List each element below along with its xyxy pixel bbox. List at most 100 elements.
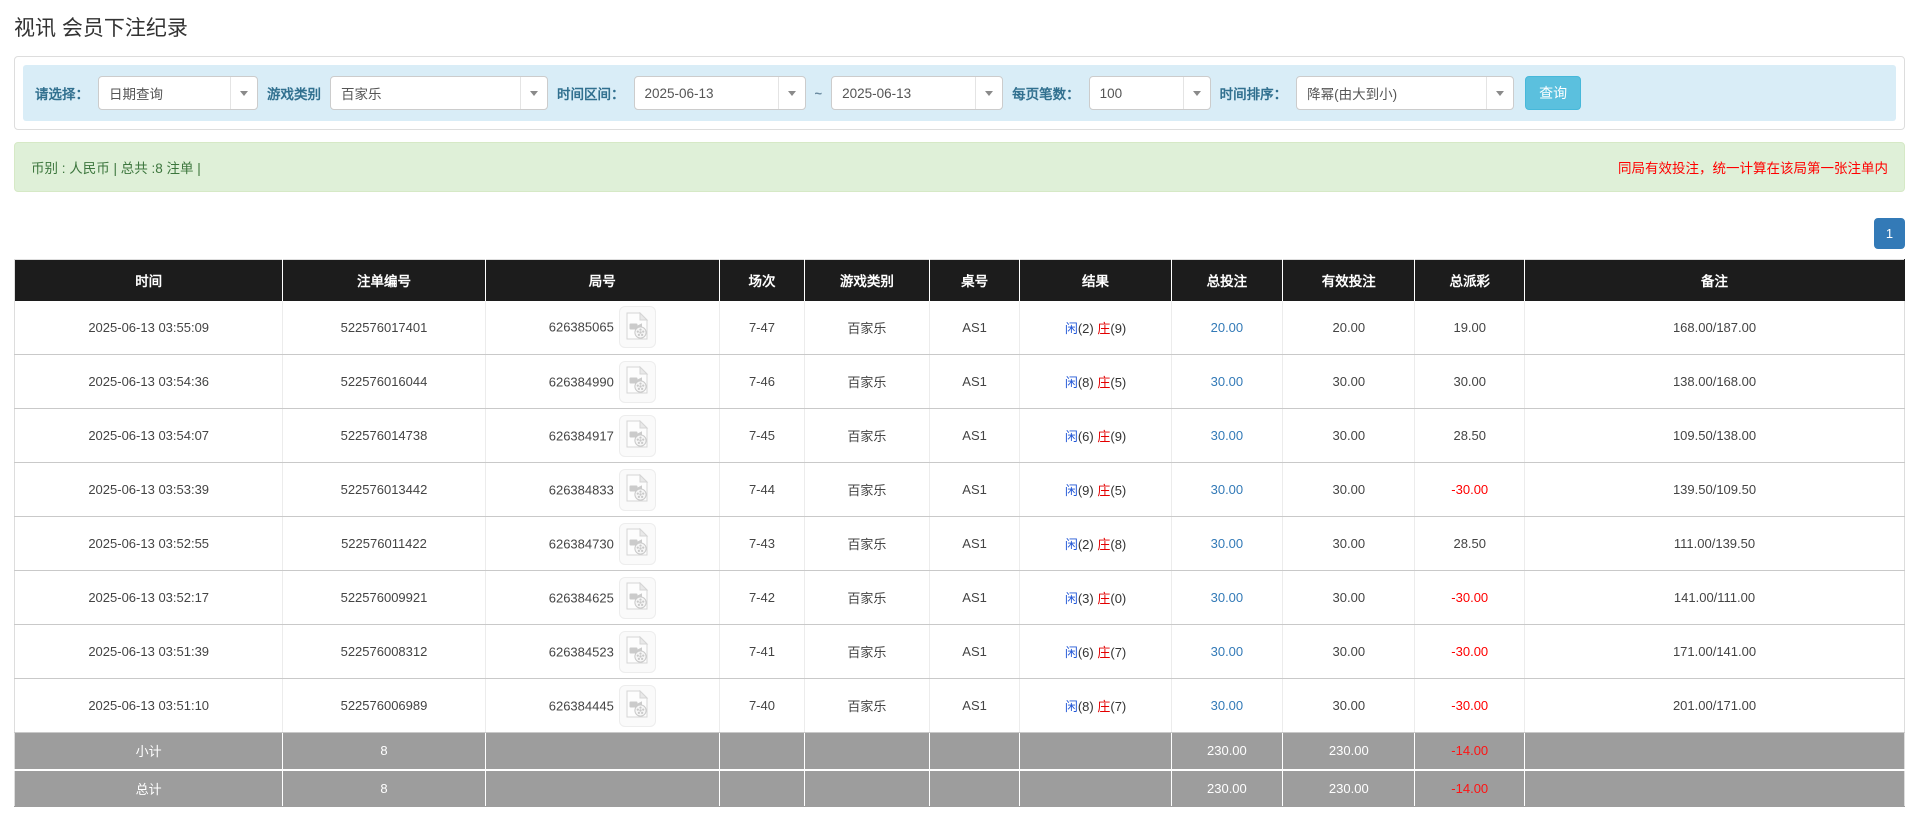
video-replay-button[interactable] — [619, 523, 656, 565]
table-row: 2025-06-13 03:51:10522576006989626384445… — [15, 679, 1905, 733]
result-banker-label: 庄 — [1097, 537, 1110, 552]
query-type-select[interactable]: 日期查询 — [98, 76, 258, 110]
footer-empty-cell — [1525, 770, 1905, 807]
date-range-label: 时间区间： — [557, 83, 625, 103]
column-header: 总投注 — [1171, 260, 1283, 301]
cell-table-no: AS1 — [929, 409, 1020, 463]
cell-total-bet: 30.00 — [1171, 571, 1283, 625]
video-file-icon — [625, 690, 649, 721]
cell-total-bet: 30.00 — [1171, 517, 1283, 571]
page: 视讯 会员下注纪录 请选择： 日期查询 游戏类别 百家乐 时间区间： 2025-… — [0, 0, 1919, 807]
subtotal-row: 小计8230.00230.00-14.00 — [15, 733, 1905, 770]
total-bet-link[interactable]: 30.00 — [1211, 644, 1244, 659]
chevron-down-icon — [1486, 77, 1513, 109]
round-number: 626384917 — [549, 428, 614, 443]
cell-round: 626384523 — [485, 625, 719, 679]
result-banker-score: (5) — [1110, 375, 1126, 390]
cell-bet-id: 522576011422 — [283, 517, 485, 571]
total-bet-link[interactable]: 30.00 — [1211, 374, 1244, 389]
footer-empty-cell — [929, 770, 1020, 807]
footer-empty-cell — [929, 733, 1020, 770]
cell-total-bet: 30.00 — [1171, 625, 1283, 679]
cell-time: 2025-06-13 03:52:17 — [15, 571, 283, 625]
cell-time: 2025-06-13 03:55:09 — [15, 301, 283, 355]
sort-order-select[interactable]: 降幂(由大到小) — [1296, 76, 1514, 110]
date-from-value: 2025-06-13 — [635, 86, 778, 101]
total-bet-link[interactable]: 20.00 — [1211, 320, 1244, 335]
cell-valid-bet: 30.00 — [1283, 571, 1415, 625]
game-type-select[interactable]: 百家乐 — [330, 76, 548, 110]
cell-time: 2025-06-13 03:51:39 — [15, 625, 283, 679]
cell-result: 闲(9) 庄(5) — [1020, 463, 1171, 517]
cell-table-no: AS1 — [929, 571, 1020, 625]
cell-bet-id: 522576014738 — [283, 409, 485, 463]
total-bet-link[interactable]: 30.00 — [1211, 590, 1244, 605]
cell-session: 7-47 — [719, 301, 804, 355]
total-bet-link[interactable]: 30.00 — [1211, 536, 1244, 551]
cell-bet-id: 522576006989 — [283, 679, 485, 733]
total-bet-link[interactable]: 30.00 — [1211, 428, 1244, 443]
cell-round: 626384625 — [485, 571, 719, 625]
cell-result: 闲(3) 庄(0) — [1020, 571, 1171, 625]
column-header: 注单编号 — [283, 260, 485, 301]
video-file-icon — [625, 474, 649, 505]
summary-notice: 同局有效投注，统一计算在该局第一张注单内 — [1618, 157, 1888, 177]
video-file-icon — [625, 528, 649, 559]
result-player-label: 闲 — [1065, 483, 1078, 498]
result-player-label: 闲 — [1065, 699, 1078, 714]
date-to-value: 2025-06-13 — [832, 86, 975, 101]
cell-remark: 168.00/187.00 — [1525, 301, 1905, 355]
result-banker-label: 庄 — [1097, 645, 1110, 660]
pagination: 1 — [14, 218, 1905, 249]
cell-session: 7-43 — [719, 517, 804, 571]
video-replay-button[interactable] — [619, 361, 656, 403]
video-replay-button[interactable] — [619, 685, 656, 727]
result-banker-score: (5) — [1110, 483, 1126, 498]
result-banker-label: 庄 — [1097, 321, 1110, 336]
cell-time: 2025-06-13 03:53:39 — [15, 463, 283, 517]
date-range-separator: ~ — [815, 86, 823, 101]
cell-time: 2025-06-13 03:54:07 — [15, 409, 283, 463]
footer-label: 总计 — [15, 770, 283, 807]
video-file-icon — [625, 582, 649, 613]
total-bet-link[interactable]: 30.00 — [1211, 698, 1244, 713]
page-size-label: 每页笔数： — [1012, 83, 1080, 103]
cell-bet-id: 522576017401 — [283, 301, 485, 355]
cell-remark: 109.50/138.00 — [1525, 409, 1905, 463]
video-file-icon — [625, 636, 649, 667]
footer-count: 8 — [283, 770, 485, 807]
result-banker-score: (9) — [1110, 321, 1126, 336]
video-replay-button[interactable] — [619, 577, 656, 619]
footer-empty-cell — [1525, 733, 1905, 770]
total-bet-link[interactable]: 30.00 — [1211, 482, 1244, 497]
video-replay-button[interactable] — [619, 631, 656, 673]
round-number: 626384833 — [549, 482, 614, 497]
cell-game-type: 百家乐 — [805, 679, 930, 733]
page-size-select[interactable]: 100 — [1089, 76, 1211, 110]
cell-remark: 171.00/141.00 — [1525, 625, 1905, 679]
cell-round: 626384445 — [485, 679, 719, 733]
cell-result: 闲(6) 庄(9) — [1020, 409, 1171, 463]
footer-payout: -14.00 — [1415, 770, 1525, 807]
search-button[interactable]: 查询 — [1525, 76, 1581, 110]
round-number: 626384990 — [549, 374, 614, 389]
cell-time: 2025-06-13 03:51:10 — [15, 679, 283, 733]
video-replay-button[interactable] — [619, 469, 656, 511]
cell-game-type: 百家乐 — [805, 625, 930, 679]
summary-bar: 币别 : 人民币 | 总共 :8 注单 | 同局有效投注，统一计算在该局第一张注… — [14, 142, 1905, 192]
result-player-score: (6) — [1078, 645, 1094, 660]
pagination-page-button[interactable]: 1 — [1874, 218, 1905, 249]
cell-table-no: AS1 — [929, 463, 1020, 517]
cell-bet-id: 522576009921 — [283, 571, 485, 625]
video-replay-button[interactable] — [619, 306, 656, 348]
date-from-select[interactable]: 2025-06-13 — [634, 76, 806, 110]
video-replay-button[interactable] — [619, 415, 656, 457]
cell-valid-bet: 30.00 — [1283, 517, 1415, 571]
date-to-select[interactable]: 2025-06-13 — [831, 76, 1003, 110]
video-file-icon — [625, 366, 649, 397]
column-header: 时间 — [15, 260, 283, 301]
footer-label: 小计 — [15, 733, 283, 770]
cell-session: 7-41 — [719, 625, 804, 679]
cell-total-bet: 30.00 — [1171, 355, 1283, 409]
chevron-down-icon — [520, 77, 547, 109]
